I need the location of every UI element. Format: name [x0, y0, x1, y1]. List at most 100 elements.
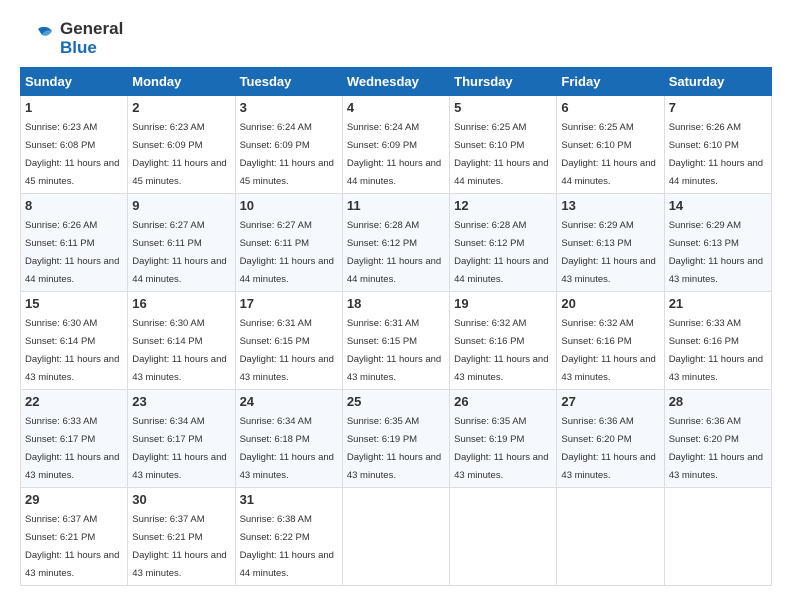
calendar-week-row: 8 Sunrise: 6:26 AMSunset: 6:11 PMDayligh… [21, 194, 772, 292]
calendar-day-cell: 23 Sunrise: 6:34 AMSunset: 6:17 PMDaylig… [128, 390, 235, 488]
calendar-day-cell: 18 Sunrise: 6:31 AMSunset: 6:15 PMDaylig… [342, 292, 449, 390]
day-detail: Sunrise: 6:26 AMSunset: 6:10 PMDaylight:… [669, 122, 763, 187]
day-detail: Sunrise: 6:28 AMSunset: 6:12 PMDaylight:… [454, 220, 548, 285]
day-detail: Sunrise: 6:37 AMSunset: 6:21 PMDaylight:… [132, 514, 226, 579]
day-header-friday: Friday [557, 68, 664, 96]
calendar-day-cell: 24 Sunrise: 6:34 AMSunset: 6:18 PMDaylig… [235, 390, 342, 488]
day-number: 26 [454, 394, 552, 409]
calendar-day-cell: 4 Sunrise: 6:24 AMSunset: 6:09 PMDayligh… [342, 96, 449, 194]
day-number: 4 [347, 100, 445, 115]
empty-cell [450, 488, 557, 586]
calendar-day-cell: 19 Sunrise: 6:32 AMSunset: 6:16 PMDaylig… [450, 292, 557, 390]
calendar-day-cell: 16 Sunrise: 6:30 AMSunset: 6:14 PMDaylig… [128, 292, 235, 390]
day-detail: Sunrise: 6:30 AMSunset: 6:14 PMDaylight:… [25, 318, 119, 383]
calendar-day-cell: 25 Sunrise: 6:35 AMSunset: 6:19 PMDaylig… [342, 390, 449, 488]
day-number: 18 [347, 296, 445, 311]
day-detail: Sunrise: 6:24 AMSunset: 6:09 PMDaylight:… [347, 122, 441, 187]
day-number: 23 [132, 394, 230, 409]
calendar-day-cell: 29 Sunrise: 6:37 AMSunset: 6:21 PMDaylig… [21, 488, 128, 586]
calendar-day-cell: 22 Sunrise: 6:33 AMSunset: 6:17 PMDaylig… [21, 390, 128, 488]
day-detail: Sunrise: 6:32 AMSunset: 6:16 PMDaylight:… [561, 318, 655, 383]
empty-cell [557, 488, 664, 586]
day-number: 22 [25, 394, 123, 409]
day-detail: Sunrise: 6:29 AMSunset: 6:13 PMDaylight:… [669, 220, 763, 285]
day-number: 28 [669, 394, 767, 409]
logo-blue-text: Blue [60, 38, 97, 57]
day-detail: Sunrise: 6:30 AMSunset: 6:14 PMDaylight:… [132, 318, 226, 383]
logo-general-text: General [60, 19, 123, 38]
day-detail: Sunrise: 6:33 AMSunset: 6:17 PMDaylight:… [25, 416, 119, 481]
day-detail: Sunrise: 6:34 AMSunset: 6:17 PMDaylight:… [132, 416, 226, 481]
day-detail: Sunrise: 6:36 AMSunset: 6:20 PMDaylight:… [561, 416, 655, 481]
day-detail: Sunrise: 6:23 AMSunset: 6:08 PMDaylight:… [25, 122, 119, 187]
day-number: 16 [132, 296, 230, 311]
day-header-monday: Monday [128, 68, 235, 96]
day-number: 27 [561, 394, 659, 409]
calendar-table: SundayMondayTuesdayWednesdayThursdayFrid… [20, 67, 772, 586]
day-number: 11 [347, 198, 445, 213]
day-number: 17 [240, 296, 338, 311]
day-detail: Sunrise: 6:27 AMSunset: 6:11 PMDaylight:… [132, 220, 226, 285]
day-detail: Sunrise: 6:25 AMSunset: 6:10 PMDaylight:… [561, 122, 655, 187]
day-detail: Sunrise: 6:25 AMSunset: 6:10 PMDaylight:… [454, 122, 548, 187]
day-detail: Sunrise: 6:32 AMSunset: 6:16 PMDaylight:… [454, 318, 548, 383]
day-number: 29 [25, 492, 123, 507]
day-detail: Sunrise: 6:35 AMSunset: 6:19 PMDaylight:… [347, 416, 441, 481]
calendar-week-row: 29 Sunrise: 6:37 AMSunset: 6:21 PMDaylig… [21, 488, 772, 586]
empty-cell [342, 488, 449, 586]
day-header-thursday: Thursday [450, 68, 557, 96]
logo-bird-icon [20, 21, 56, 57]
day-header-sunday: Sunday [21, 68, 128, 96]
calendar-day-cell: 31 Sunrise: 6:38 AMSunset: 6:22 PMDaylig… [235, 488, 342, 586]
day-number: 15 [25, 296, 123, 311]
calendar-header-row: SundayMondayTuesdayWednesdayThursdayFrid… [21, 68, 772, 96]
day-number: 21 [669, 296, 767, 311]
calendar-day-cell: 12 Sunrise: 6:28 AMSunset: 6:12 PMDaylig… [450, 194, 557, 292]
day-detail: Sunrise: 6:36 AMSunset: 6:20 PMDaylight:… [669, 416, 763, 481]
day-detail: Sunrise: 6:27 AMSunset: 6:11 PMDaylight:… [240, 220, 334, 285]
day-number: 24 [240, 394, 338, 409]
day-detail: Sunrise: 6:24 AMSunset: 6:09 PMDaylight:… [240, 122, 334, 187]
day-detail: Sunrise: 6:31 AMSunset: 6:15 PMDaylight:… [347, 318, 441, 383]
calendar-day-cell: 28 Sunrise: 6:36 AMSunset: 6:20 PMDaylig… [664, 390, 771, 488]
day-detail: Sunrise: 6:26 AMSunset: 6:11 PMDaylight:… [25, 220, 119, 285]
calendar-day-cell: 3 Sunrise: 6:24 AMSunset: 6:09 PMDayligh… [235, 96, 342, 194]
calendar-day-cell: 27 Sunrise: 6:36 AMSunset: 6:20 PMDaylig… [557, 390, 664, 488]
day-header-wednesday: Wednesday [342, 68, 449, 96]
day-number: 3 [240, 100, 338, 115]
day-number: 13 [561, 198, 659, 213]
day-number: 8 [25, 198, 123, 213]
calendar-day-cell: 21 Sunrise: 6:33 AMSunset: 6:16 PMDaylig… [664, 292, 771, 390]
calendar-day-cell: 5 Sunrise: 6:25 AMSunset: 6:10 PMDayligh… [450, 96, 557, 194]
day-number: 7 [669, 100, 767, 115]
calendar-week-row: 1 Sunrise: 6:23 AMSunset: 6:08 PMDayligh… [21, 96, 772, 194]
day-number: 10 [240, 198, 338, 213]
day-number: 9 [132, 198, 230, 213]
day-number: 1 [25, 100, 123, 115]
empty-cell [664, 488, 771, 586]
day-header-tuesday: Tuesday [235, 68, 342, 96]
calendar-day-cell: 6 Sunrise: 6:25 AMSunset: 6:10 PMDayligh… [557, 96, 664, 194]
day-number: 25 [347, 394, 445, 409]
calendar-day-cell: 8 Sunrise: 6:26 AMSunset: 6:11 PMDayligh… [21, 194, 128, 292]
day-number: 12 [454, 198, 552, 213]
day-number: 5 [454, 100, 552, 115]
calendar-day-cell: 26 Sunrise: 6:35 AMSunset: 6:19 PMDaylig… [450, 390, 557, 488]
day-detail: Sunrise: 6:37 AMSunset: 6:21 PMDaylight:… [25, 514, 119, 579]
day-number: 2 [132, 100, 230, 115]
calendar-day-cell: 2 Sunrise: 6:23 AMSunset: 6:09 PMDayligh… [128, 96, 235, 194]
calendar-day-cell: 15 Sunrise: 6:30 AMSunset: 6:14 PMDaylig… [21, 292, 128, 390]
calendar-day-cell: 10 Sunrise: 6:27 AMSunset: 6:11 PMDaylig… [235, 194, 342, 292]
calendar-week-row: 22 Sunrise: 6:33 AMSunset: 6:17 PMDaylig… [21, 390, 772, 488]
calendar-day-cell: 9 Sunrise: 6:27 AMSunset: 6:11 PMDayligh… [128, 194, 235, 292]
day-number: 14 [669, 198, 767, 213]
calendar-day-cell: 20 Sunrise: 6:32 AMSunset: 6:16 PMDaylig… [557, 292, 664, 390]
day-detail: Sunrise: 6:34 AMSunset: 6:18 PMDaylight:… [240, 416, 334, 481]
page-header: General Blue [20, 20, 772, 57]
day-number: 6 [561, 100, 659, 115]
day-detail: Sunrise: 6:28 AMSunset: 6:12 PMDaylight:… [347, 220, 441, 285]
logo: General Blue [20, 20, 123, 57]
day-number: 31 [240, 492, 338, 507]
day-number: 19 [454, 296, 552, 311]
calendar-week-row: 15 Sunrise: 6:30 AMSunset: 6:14 PMDaylig… [21, 292, 772, 390]
